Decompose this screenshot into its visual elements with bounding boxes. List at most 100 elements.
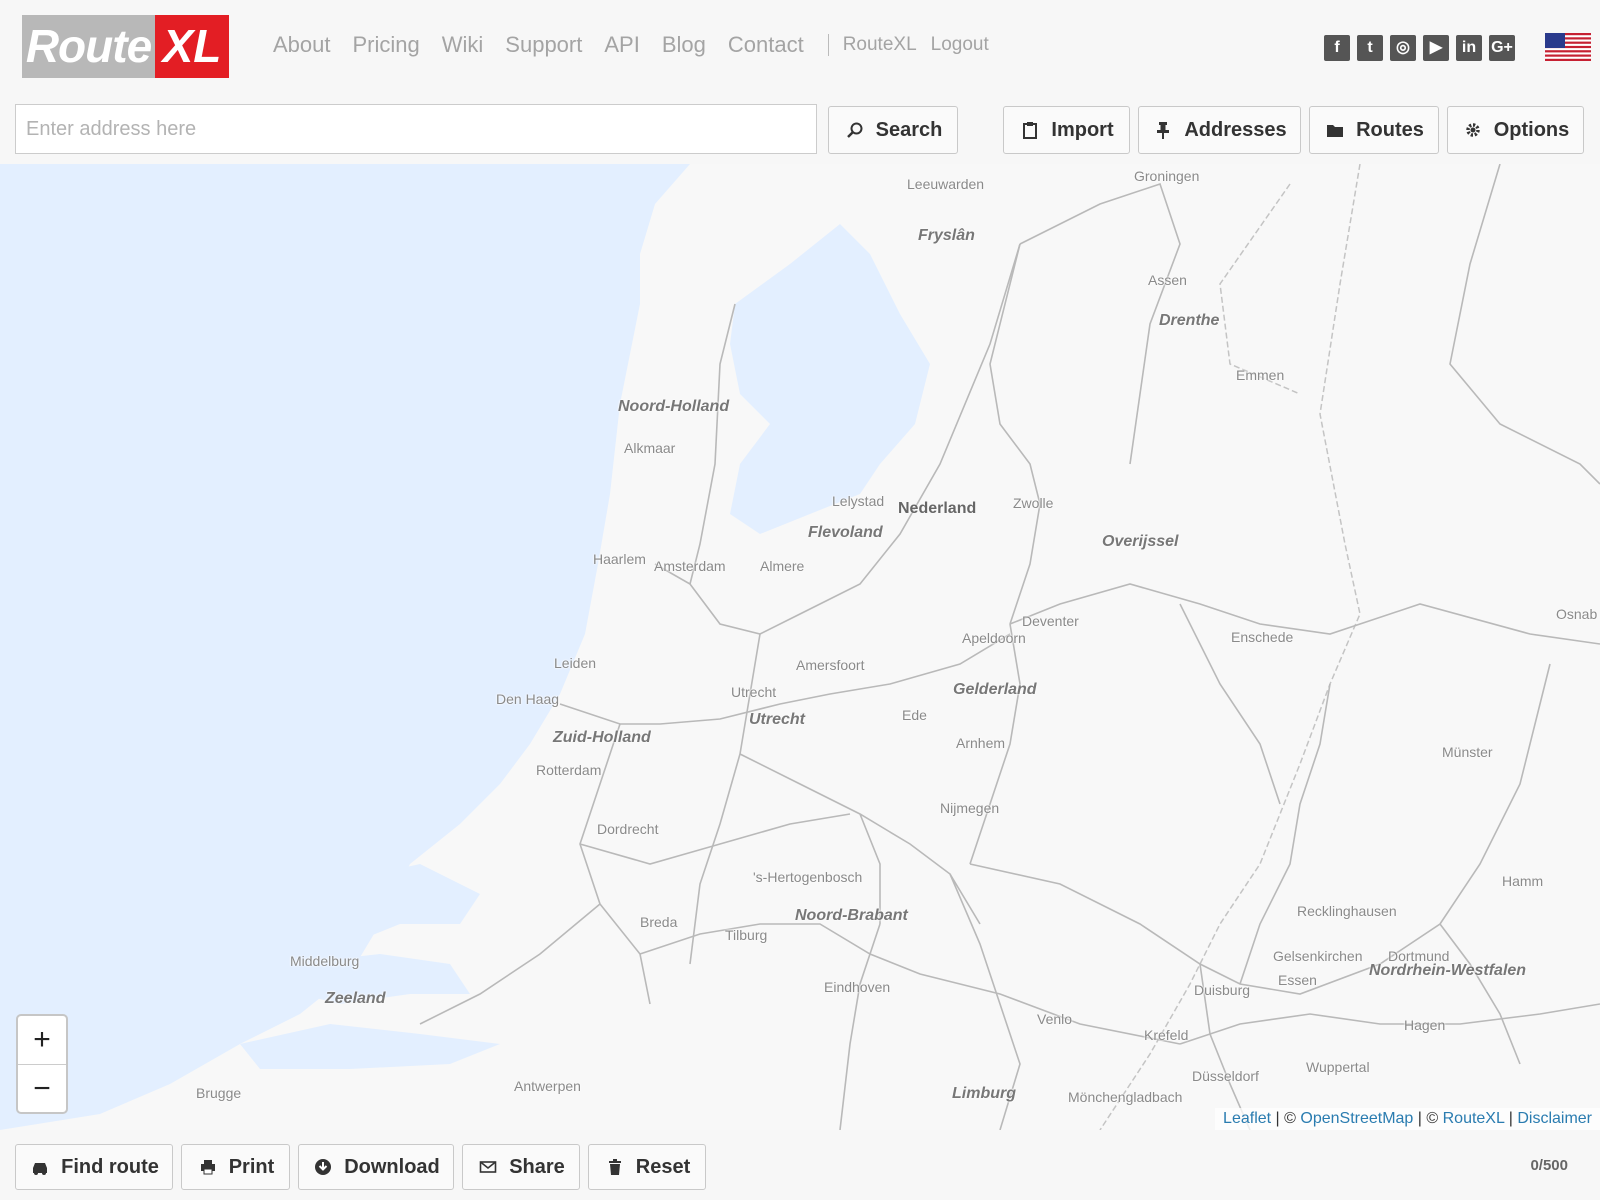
pin-icon <box>1152 119 1174 141</box>
map-label-venlo: Venlo <box>1037 1011 1073 1027</box>
map-label-leiden: Leiden <box>554 655 597 671</box>
map-label-antwerpen: Antwerpen <box>514 1078 581 1094</box>
nav-blog[interactable]: Blog <box>662 32 706 58</box>
map-attribution: Leaflet | © OpenStreetMap | © RouteXL | … <box>1215 1108 1600 1130</box>
openstreetmap-link[interactable]: OpenStreetMap <box>1300 1110 1413 1127</box>
map-region-gelderland: Gelderland <box>953 681 1037 698</box>
account-name-link[interactable]: RouteXL <box>843 34 917 56</box>
map-tiles <box>0 164 1600 1130</box>
map-label-emmen: Emmen <box>1236 367 1285 383</box>
map-region-zeeland: Zeeland <box>325 990 386 1007</box>
map-label-arnhem: Arnhem <box>956 735 1006 751</box>
youtube-icon[interactable]: ▶ <box>1423 35 1449 61</box>
search-icon <box>844 119 866 141</box>
nav-support[interactable]: Support <box>505 32 582 58</box>
map-label-assen: Assen <box>1148 272 1187 288</box>
map-region-flevoland: Flevoland <box>808 524 883 541</box>
facebook-icon[interactable]: f <box>1324 35 1350 61</box>
share-label: Share <box>509 1155 565 1178</box>
map-region-noord-brabant: Noord-Brabant <box>795 907 908 924</box>
map-label-s-hertogenbosch: 's-Hertogenbosch <box>753 869 863 885</box>
map-region-utrecht: Utrecht <box>749 711 806 728</box>
map-label-essen: Essen <box>1278 972 1317 988</box>
routes-button-label: Routes <box>1356 118 1424 141</box>
map-label-almere: Almere <box>760 558 805 574</box>
header: Route XL About Pricing Wiki Support API … <box>0 0 1600 94</box>
options-button[interactable]: Options <box>1447 106 1584 154</box>
bottom-toolbar: Find route Print Download Share Reset 0/… <box>0 1130 1600 1200</box>
logout-link[interactable]: Logout <box>931 34 989 56</box>
us-flag-icon[interactable] <box>1545 33 1591 61</box>
twitter-icon[interactable]: t <box>1357 35 1383 61</box>
linkedin-icon[interactable]: in <box>1456 35 1482 61</box>
logo-xl-text: XL <box>155 15 229 78</box>
nav-divider <box>827 34 829 56</box>
leaflet-link[interactable]: Leaflet <box>1223 1110 1271 1127</box>
disclaimer-link[interactable]: Disclaimer <box>1517 1110 1592 1127</box>
clipboard-icon <box>1019 119 1041 141</box>
import-button[interactable]: Import <box>1003 106 1130 154</box>
logo-route-text: Route <box>22 15 155 78</box>
attribution-separator: | © <box>1413 1110 1443 1127</box>
folder-icon <box>1324 119 1346 141</box>
map-region-nordrhein-westfalen: Nordrhein-Westfalen <box>1369 962 1527 979</box>
print-button[interactable]: Print <box>181 1144 290 1190</box>
map-label-duisburg: Duisburg <box>1194 982 1251 998</box>
zoom-out-button[interactable]: − <box>18 1065 66 1113</box>
map-label-utrecht-city: Utrecht <box>731 684 777 700</box>
routexl-logo[interactable]: Route XL <box>22 15 229 78</box>
addresses-button[interactable]: Addresses <box>1138 106 1301 154</box>
download-button[interactable]: Download <box>298 1144 454 1190</box>
top-navigation: About Pricing Wiki Support API Blog Cont… <box>273 32 1003 58</box>
search-button[interactable]: Search <box>828 106 958 154</box>
options-button-label: Options <box>1493 118 1570 141</box>
addresses-button-label: Addresses <box>1184 118 1287 141</box>
attribution-separator: | <box>1504 1110 1518 1127</box>
route-map[interactable]: Leeuwarden Groningen Assen Emmen Alkmaar… <box>0 164 1600 1130</box>
zoom-in-button[interactable]: + <box>18 1016 66 1065</box>
address-counter: 0/500 <box>1530 1157 1568 1174</box>
routexl-link[interactable]: RouteXL <box>1443 1110 1505 1127</box>
nav-api[interactable]: API <box>604 32 639 58</box>
zoom-control: + − <box>16 1014 68 1114</box>
map-label-haarlem: Haarlem <box>593 551 646 567</box>
map-label-alkmaar: Alkmaar <box>624 440 676 456</box>
gear-icon <box>1462 119 1484 141</box>
nav-wiki[interactable]: Wiki <box>442 32 484 58</box>
map-region-limburg: Limburg <box>952 1085 1016 1102</box>
nav-pricing[interactable]: Pricing <box>353 32 420 58</box>
map-label-wuppertal: Wuppertal <box>1306 1059 1370 1075</box>
map-label-amsterdam: Amsterdam <box>654 558 726 574</box>
routes-button[interactable]: Routes <box>1309 106 1439 154</box>
map-region-noord-holland: Noord-Holland <box>618 398 730 415</box>
map-label-duesseldorf: Düsseldorf <box>1192 1068 1259 1084</box>
toolbar: Search Import Addresses Routes Options <box>0 94 1600 164</box>
map-label-eindhoven: Eindhoven <box>824 979 891 995</box>
map-label-lelystad: Lelystad <box>832 493 885 509</box>
import-button-label: Import <box>1051 118 1114 141</box>
map-label-breda: Breda <box>640 914 678 930</box>
instagram-icon[interactable]: ◎ <box>1390 35 1416 61</box>
print-label: Print <box>228 1155 275 1178</box>
map-label-moenchengladbach: Mönchengladbach <box>1068 1089 1183 1105</box>
share-button[interactable]: Share <box>462 1144 580 1190</box>
nav-contact[interactable]: Contact <box>728 32 804 58</box>
map-label-hamm: Hamm <box>1502 873 1544 889</box>
reset-button[interactable]: Reset <box>588 1144 706 1190</box>
trash-icon <box>604 1156 626 1178</box>
map-label-hagen: Hagen <box>1404 1017 1446 1033</box>
reset-label: Reset <box>635 1155 691 1178</box>
car-icon <box>29 1156 51 1178</box>
map-label-brugge: Brugge <box>196 1085 242 1101</box>
address-input[interactable] <box>15 104 817 154</box>
nav-about[interactable]: About <box>273 32 331 58</box>
google-plus-icon[interactable]: G+ <box>1489 35 1515 61</box>
map-label-osnabrueck: Osnab <box>1556 606 1598 622</box>
search-button-label: Search <box>875 118 943 141</box>
map-label-gelsenkirchen: Gelsenkirchen <box>1273 948 1363 964</box>
find-route-button[interactable]: Find route <box>15 1144 173 1190</box>
attribution-separator: | © <box>1271 1110 1301 1127</box>
map-label-nijmegen: Nijmegen <box>940 800 1000 816</box>
map-label-recklinghausen: Recklinghausen <box>1297 903 1397 919</box>
map-label-amersfoort: Amersfoort <box>796 657 865 673</box>
